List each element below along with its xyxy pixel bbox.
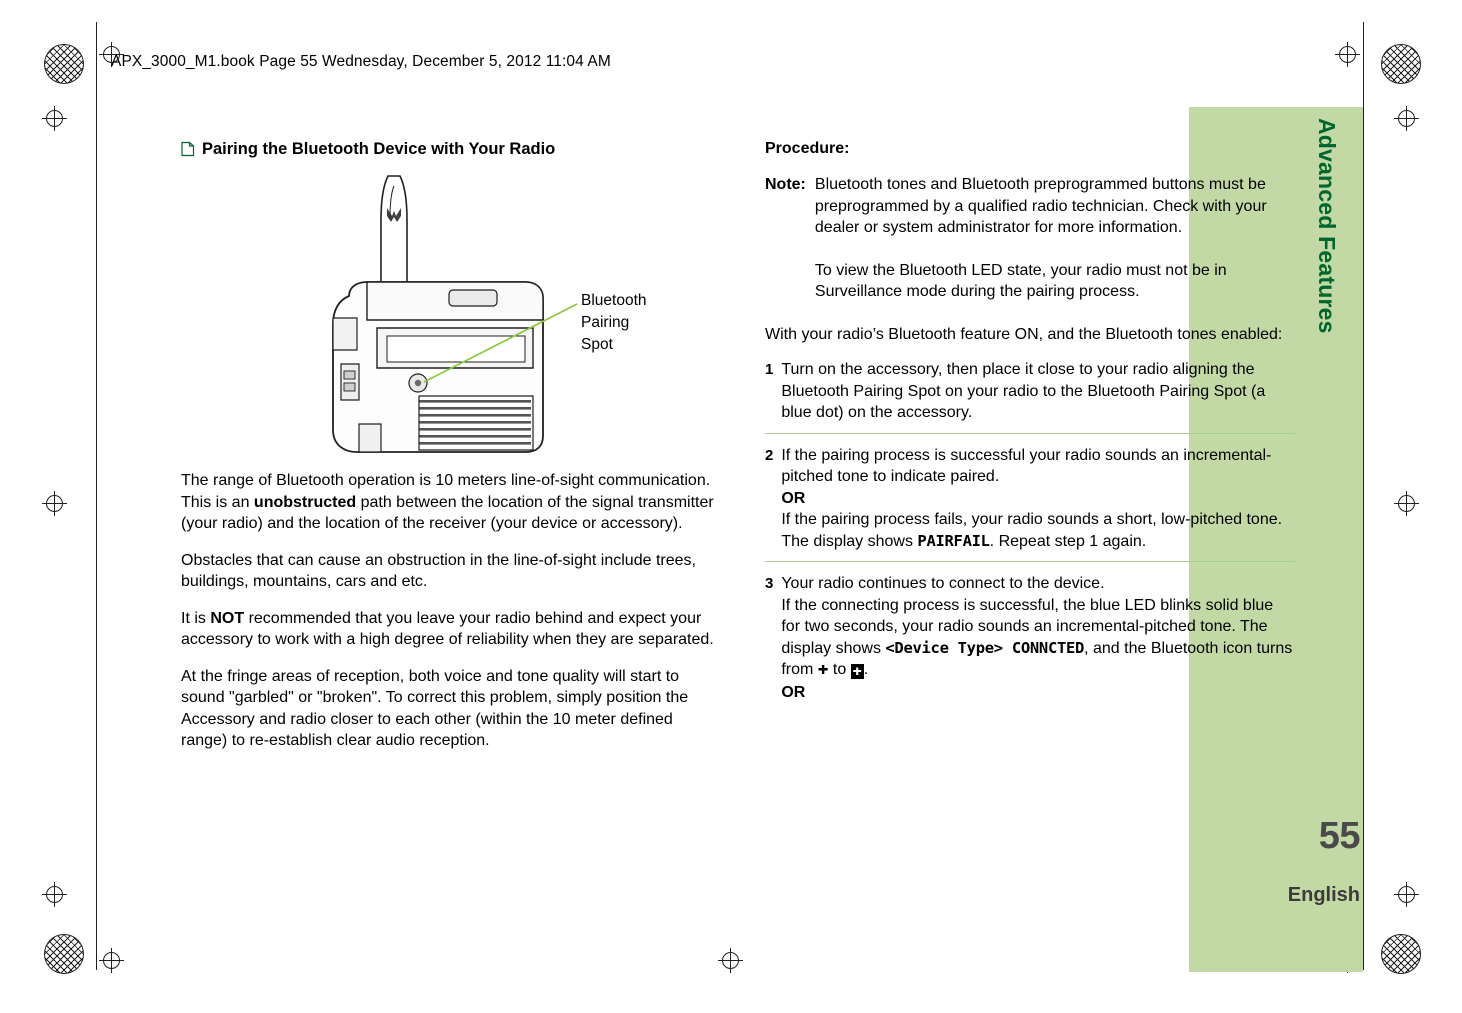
callout-line-1: Bluetooth — [581, 292, 647, 309]
section-heading: Pairing the Bluetooth Device with Your R… — [181, 140, 716, 162]
registration-hatch-top-left — [44, 44, 84, 84]
registration-mark-right-lower — [1394, 882, 1419, 907]
step-2-number: 2 — [765, 446, 774, 464]
left-column: Pairing the Bluetooth Device with Your R… — [181, 140, 716, 752]
note-block: Note: Bluetooth tones and Bluetooth prep… — [765, 174, 1295, 303]
registration-mark-left-upper — [42, 106, 67, 131]
step-3-or: OR — [781, 683, 806, 701]
step-3-number: 3 — [765, 575, 774, 592]
crop-line-right — [1363, 22, 1364, 970]
step-3-body: Your radio continues to connect to the d… — [781, 573, 1295, 703]
registration-mark-top-center-right — [1335, 42, 1360, 67]
emphasis-not: NOT — [210, 609, 245, 627]
intro-paragraph: With your radio’s Bluetooth feature ON, … — [765, 325, 1283, 343]
note-label: Note: — [765, 176, 806, 193]
radio-figure: Bluetooth Pairing Spot — [181, 168, 716, 458]
section-heading-text: Pairing the Bluetooth Device with Your R… — [202, 140, 556, 158]
registration-mark-left-lower — [42, 882, 67, 907]
step-2-or: OR — [781, 489, 806, 507]
step-1-text: Turn on the accessory, then place it clo… — [781, 361, 1266, 421]
note-body: Bluetooth tones and Bluetooth preprogram… — [815, 174, 1295, 303]
step-2-text-a: If the pairing process is successful you… — [781, 446, 1272, 486]
right-column: Procedure: Note: Bluetooth tones and Blu… — [765, 140, 1295, 712]
registration-hatch-top-right — [1381, 44, 1421, 84]
page-number: 55 — [1318, 815, 1361, 857]
display-text-connected: <Device Type> CONNCTED — [885, 638, 1085, 657]
paragraph-fringe: At the fringe areas of reception, both v… — [181, 667, 689, 750]
bluetooth-outline-icon: 🞦 — [817, 662, 829, 678]
registration-mark-right-middle — [1394, 491, 1419, 516]
bluetooth-inverted-icon: 🞦 — [850, 664, 864, 679]
paragraph-range: The range of Bluetooth operation is 10 m… — [181, 472, 714, 532]
registration-mark-bottom-center — [718, 948, 743, 973]
chapter-title: Advanced Features — [1314, 118, 1340, 334]
step-3-text-a: Your radio continues to connect to the d… — [781, 575, 1105, 592]
registration-mark-left-middle — [42, 491, 67, 516]
book-icon — [181, 141, 195, 162]
registration-hatch-bottom-right — [1381, 934, 1421, 974]
step-3-text-d: to — [828, 661, 851, 678]
registration-mark-right-upper — [1394, 106, 1419, 131]
step-1: 1 Turn on the accessory, then place it c… — [765, 359, 1295, 434]
paragraph-obstacles: Obstacles that can cause an obstruction … — [181, 551, 696, 591]
callout-line-3: Spot — [581, 336, 613, 353]
figure-callout-label: Bluetooth Pairing Spot — [581, 290, 647, 356]
step-2-text-c: . Repeat step 1 again. — [989, 532, 1147, 550]
display-text-pairfail: PAIRFAIL — [917, 531, 990, 550]
note-paragraph-1: Bluetooth tones and Bluetooth preprogram… — [814, 176, 1267, 236]
step-2-body: If the pairing process is successful you… — [781, 445, 1295, 553]
step-3-text-e: . — [863, 661, 869, 678]
book-file-header: APX_3000_M1.book Page 55 Wednesday, Dece… — [111, 53, 611, 70]
language-label: English — [1287, 884, 1360, 906]
step-1-body: Turn on the accessory, then place it clo… — [781, 359, 1295, 424]
step-3: 3 Your radio continues to connect to the… — [765, 573, 1295, 712]
procedure-title: Procedure: — [765, 140, 850, 157]
callout-line-2: Pairing — [581, 314, 630, 331]
step-2: 2 If the pairing process is successful y… — [765, 445, 1295, 562]
paragraph-not-recommended: It is NOT recommended that you leave you… — [181, 609, 714, 649]
step-1-number: 1 — [765, 361, 774, 378]
registration-hatch-bottom-left — [44, 934, 84, 974]
emphasis-unobstructed: unobstructed — [253, 493, 357, 511]
crop-line-left — [96, 22, 97, 970]
note-paragraph-2: To view the Bluetooth LED state, your ra… — [814, 261, 1227, 301]
registration-mark-bottom-left — [99, 948, 124, 973]
